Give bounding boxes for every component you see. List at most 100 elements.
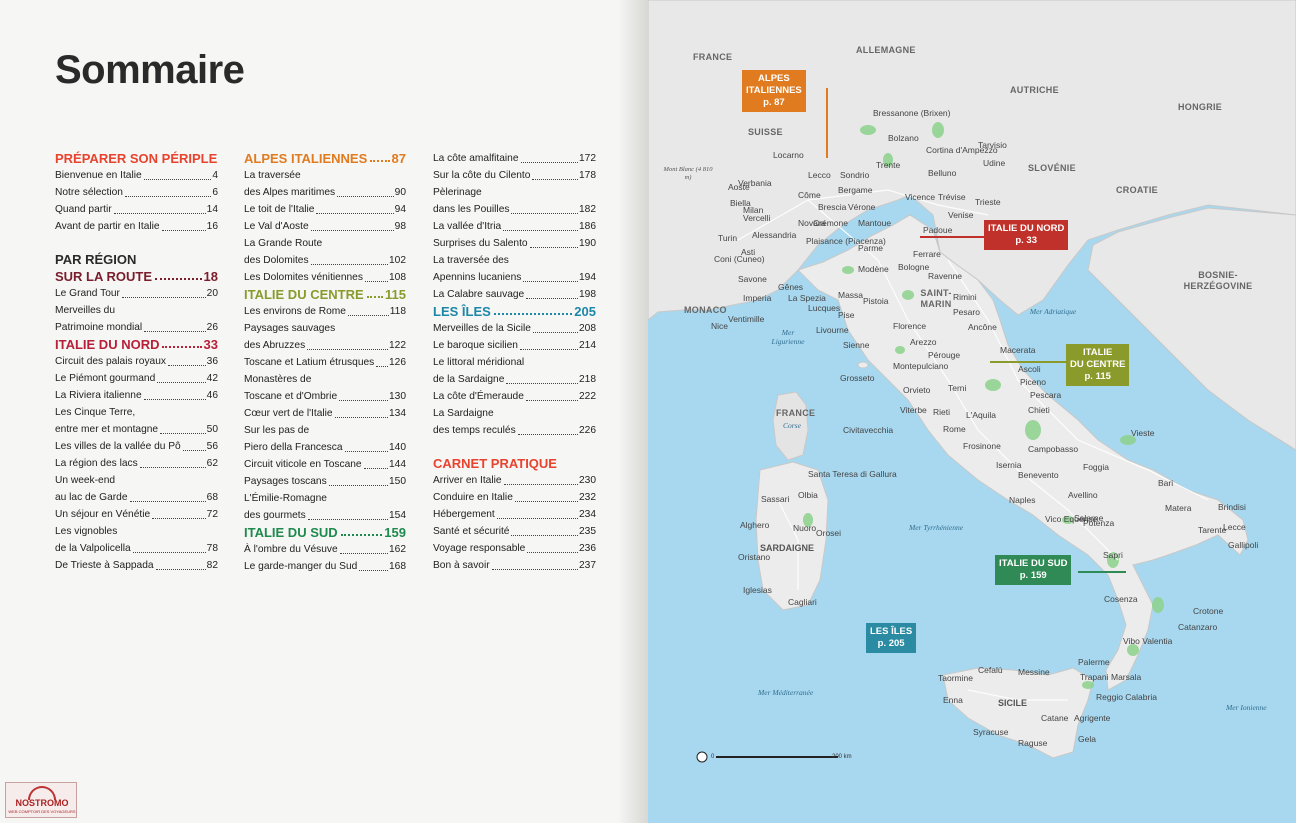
city-label: Pise: [838, 310, 855, 320]
toc-entry-line[interactable]: Le littoral méridional: [433, 354, 596, 371]
toc-entry[interactable]: La côte d'Émeraude 222: [433, 388, 596, 405]
toc-entry[interactable]: Un séjour en Vénétie 72: [55, 506, 218, 523]
toc-entry[interactable]: Le Val d'Aoste 98: [244, 218, 406, 235]
toc-entry[interactable]: Toscane et d'Ombrie 130: [244, 388, 406, 405]
leader-dots: [370, 150, 390, 162]
callout-alpes-leader: [826, 88, 828, 158]
leader-dots: [307, 519, 388, 520]
toc-entry[interactable]: La Calabre sauvage 198: [433, 286, 596, 303]
toc-section-heading[interactable]: ITALIE DU CENTRE 115: [244, 286, 406, 303]
leader-dots: [124, 196, 212, 197]
toc-entry[interactable]: au lac de Garde 68: [55, 489, 218, 506]
toc-entry-line[interactable]: Pèlerinage: [433, 184, 596, 201]
toc-entry[interactable]: Conduire en Italie 232: [433, 489, 596, 506]
callout-nord[interactable]: ITALIE DU NORD p. 33: [984, 220, 1069, 250]
city-label: Ascoli: [1018, 364, 1041, 374]
toc-entry[interactable]: des Abruzzes 122: [244, 337, 406, 354]
toc-entry[interactable]: Paysages toscans 150: [244, 473, 406, 490]
toc-entry[interactable]: De Trieste à Sappada 82: [55, 557, 218, 574]
toc-entry[interactable]: Le Piémont gourmand 42: [55, 370, 218, 387]
toc-entry[interactable]: des Alpes maritimes 90: [244, 184, 406, 201]
section-title: ITALIE DU SUD: [244, 525, 338, 540]
entry-title: Piero della Francesca: [244, 442, 343, 453]
toc-entry-line[interactable]: Les vignobles: [55, 523, 218, 540]
toc-entry[interactable]: Sur la côte du Cilento 178: [433, 167, 596, 184]
leader-dots: [340, 524, 383, 536]
map-page: FRANCE ALLEMAGNE SUISSE AUTRICHE HONGRIE…: [648, 0, 1296, 823]
callout-iles[interactable]: LES ÎLES p. 205: [866, 623, 917, 653]
toc-entry[interactable]: Cœur vert de l'Italie 134: [244, 405, 406, 422]
entry-page-number: 194: [579, 272, 596, 283]
callout-sud[interactable]: ITALIE DU SUD p. 159: [995, 555, 1072, 585]
toc-entry-line[interactable]: Un week-end: [55, 472, 218, 489]
section-title: LES ÎLES: [433, 304, 491, 319]
toc-entry[interactable]: de la Valpolicella 78: [55, 540, 218, 557]
leader-dots: [160, 433, 206, 434]
toc-entry[interactable]: Circuit viticole en Toscane 144: [244, 456, 406, 473]
toc-entry-line[interactable]: Monastères de: [244, 371, 406, 388]
toc-entry[interactable]: Patrimoine mondial 26: [55, 319, 218, 336]
entry-title: La région des lacs: [55, 458, 138, 469]
toc-section-heading[interactable]: PAR RÉGION: [55, 251, 218, 268]
toc-entry[interactable]: des gourmets 154: [244, 507, 406, 524]
city-label: Venise: [948, 210, 974, 220]
toc-section-heading[interactable]: CARNET PRATIQUE: [433, 455, 596, 472]
toc-entry[interactable]: Le Grand Tour 20: [55, 285, 218, 302]
corse-label: Corse: [783, 421, 801, 430]
toc-section-heading[interactable]: SUR LA ROUTE 18: [55, 268, 218, 285]
toc-entry[interactable]: La côte amalfitaine 172: [433, 150, 596, 167]
toc-entry[interactable]: des Dolomites 102: [244, 252, 406, 269]
toc-entry-line[interactable]: La Grande Route: [244, 235, 406, 252]
toc-entry[interactable]: Le toit de l'Italie 94: [244, 201, 406, 218]
toc-section-heading[interactable]: PRÉPARER SON PÉRIPLE: [55, 150, 218, 167]
toc-entry[interactable]: Bienvenue en Italie 4: [55, 167, 218, 184]
toc-entry-line[interactable]: Les Cinque Terre,: [55, 404, 218, 421]
toc-entry[interactable]: Quand partir 14: [55, 201, 218, 218]
toc-entry[interactable]: Circuit des palais royaux 36: [55, 353, 218, 370]
toc-entry[interactable]: Voyage responsable 236: [433, 540, 596, 557]
toc-entry[interactable]: Avant de partir en Italie 16: [55, 218, 218, 235]
toc-entry-line[interactable]: La traversée: [244, 167, 406, 184]
toc-entry[interactable]: entre mer et montagne 50: [55, 421, 218, 438]
toc-section-heading[interactable]: ITALIE DU NORD 33: [55, 336, 218, 353]
toc-entry[interactable]: La Riviera italienne 46: [55, 387, 218, 404]
toc-entry[interactable]: Apennins lucaniens 194: [433, 269, 596, 286]
toc-entry[interactable]: Bon à savoir 237: [433, 557, 596, 574]
toc-entry[interactable]: Toscane et Latium étrusques 126: [244, 354, 406, 371]
toc-entry[interactable]: Arriver en Italie 230: [433, 472, 596, 489]
toc-entry-line[interactable]: L'Émilie-Romagne: [244, 490, 406, 507]
entry-page-number: 90: [394, 187, 406, 198]
toc-section-heading[interactable]: LES ÎLES 205: [433, 303, 596, 320]
toc-entry[interactable]: Santé et sécurité 235: [433, 523, 596, 540]
toc-entry[interactable]: À l'ombre du Vésuve 162: [244, 541, 406, 558]
callout-centre[interactable]: ITALIE DU CENTRE p. 115: [1066, 344, 1130, 386]
toc-entry[interactable]: La vallée d'Itria 186: [433, 218, 596, 235]
toc-entry[interactable]: de la Sardaigne 218: [433, 371, 596, 388]
toc-entry-line[interactable]: Sur les pas de: [244, 422, 406, 439]
toc-entry-line[interactable]: Paysages sauvages: [244, 320, 406, 337]
toc-entry[interactable]: Piero della Francesca 140: [244, 439, 406, 456]
toc-entry[interactable]: La région des lacs 62: [55, 455, 218, 472]
toc-entry[interactable]: Hébergement 234: [433, 506, 596, 523]
toc-section-heading[interactable]: ITALIE DU SUD 159: [244, 524, 406, 541]
toc-entry-line[interactable]: La Sardaigne: [433, 405, 596, 422]
toc-entry-line[interactable]: La traversée des: [433, 252, 596, 269]
toc-entry[interactable]: Merveilles de la Sicile 208: [433, 320, 596, 337]
leader-dots: [155, 268, 202, 280]
toc-entry[interactable]: Notre sélection 6: [55, 184, 218, 201]
sea-mediterranee: Mer Méditerranée: [758, 688, 814, 697]
toc-entry[interactable]: Le garde-manger du Sud 168: [244, 558, 406, 575]
toc-entry[interactable]: dans les Pouilles 182: [433, 201, 596, 218]
toc-section-heading[interactable]: ALPES ITALIENNES 87: [244, 150, 406, 167]
city-label: Lecco: [808, 170, 831, 180]
callout-alpes[interactable]: ALPES ITALIENNES p. 87: [742, 70, 806, 112]
city-label: Sondrio: [840, 170, 870, 180]
toc-entry[interactable]: Le baroque sicilien 214: [433, 337, 596, 354]
entry-title: La vallée d'Itria: [433, 221, 502, 232]
toc-entry[interactable]: Les environs de Rome 118: [244, 303, 406, 320]
toc-entry-line[interactable]: Merveilles du: [55, 302, 218, 319]
toc-entry[interactable]: Les Dolomites vénitiennes 108: [244, 269, 406, 286]
toc-entry[interactable]: Les villes de la vallée du Pô 56: [55, 438, 218, 455]
toc-entry[interactable]: des temps reculés 226: [433, 422, 596, 439]
toc-entry[interactable]: Surprises du Salento 190: [433, 235, 596, 252]
